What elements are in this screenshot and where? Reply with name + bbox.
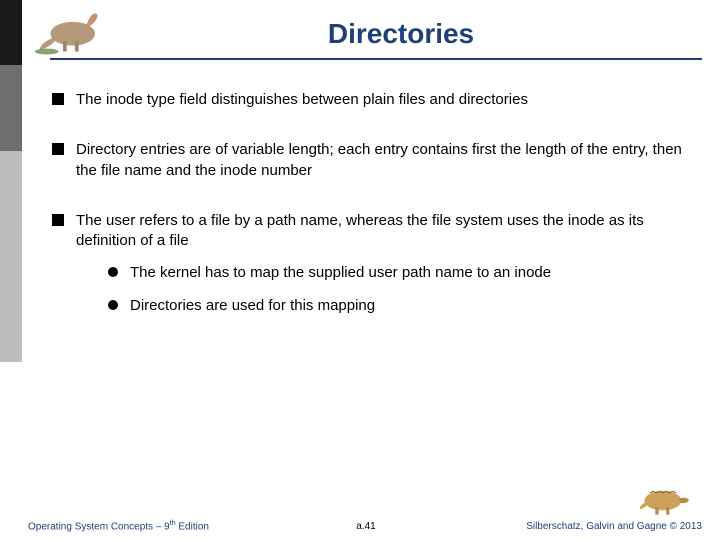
sub-bullet-item: Directories are used for this mapping: [106, 296, 690, 316]
footer-copyright: Silberschatz, Galvin and Gagne © 2013: [526, 521, 702, 532]
footer-left: Operating System Concepts – 9th Edition: [28, 520, 209, 532]
slide-header: Directories: [22, 0, 720, 66]
bullet-item: Directory entries are of variable length…: [50, 140, 690, 181]
bullet-text: The inode type field distinguishes betwe…: [76, 91, 528, 108]
footer-page-number: a.41: [356, 521, 375, 532]
slide-title: Directories: [22, 0, 720, 50]
dinosaur-bottom-icon: [634, 480, 694, 518]
sub-bullet-text: The kernel has to map the supplied user …: [130, 264, 551, 281]
bullet-text: The user refers to a file by a path name…: [76, 212, 644, 249]
footer-left-prefix: Operating System Concepts – 9: [28, 521, 170, 532]
footer-left-suffix: Edition: [176, 521, 209, 532]
left-decorative-stripe: [0, 0, 22, 540]
bullet-text: Directory entries are of variable length…: [76, 141, 682, 178]
sub-bullet-text: Directories are used for this mapping: [130, 297, 375, 314]
dinosaur-top-icon: [30, 4, 108, 56]
slide-body: The inode type field distinguishes betwe…: [50, 90, 690, 346]
sub-bullet-item: The kernel has to map the supplied user …: [106, 263, 690, 283]
bullet-item: The inode type field distinguishes betwe…: [50, 90, 690, 110]
title-underline: [50, 58, 702, 60]
bullet-item: The user refers to a file by a path name…: [50, 211, 690, 316]
